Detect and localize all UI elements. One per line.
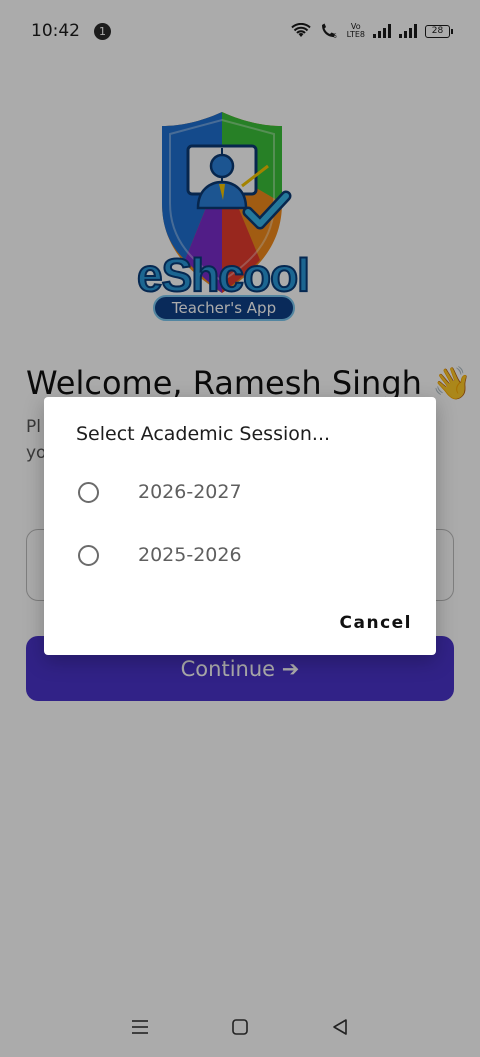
session-dialog: Select Academic Session... 2026-2027 202… bbox=[44, 397, 436, 655]
session-option-2025-2026[interactable]: 2025-2026 bbox=[78, 530, 408, 580]
radio-button[interactable] bbox=[78, 544, 99, 566]
session-option-label: 2026-2027 bbox=[138, 481, 242, 503]
radio-button[interactable] bbox=[78, 481, 99, 503]
session-option-label: 2025-2026 bbox=[138, 544, 242, 566]
session-option-2026-2027[interactable]: 2026-2027 bbox=[78, 467, 408, 517]
dialog-title: Select Academic Session... bbox=[76, 423, 331, 445]
cancel-button[interactable]: Cancel bbox=[336, 609, 416, 637]
